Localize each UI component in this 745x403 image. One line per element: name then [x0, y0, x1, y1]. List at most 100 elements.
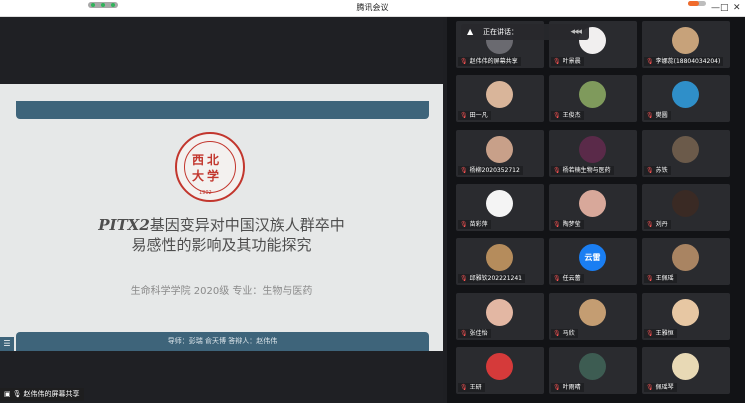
participant-tile[interactable]: 🎙 王俊杰	[549, 75, 637, 123]
participant-name: 🎙 王雅恒	[644, 328, 677, 338]
mic-muted-icon: 🎙	[553, 112, 561, 120]
participant-name: 🎙 樊圆	[644, 111, 671, 121]
participant-name: 🎙 赵伟伟的屏幕共享	[458, 57, 521, 66]
slide-footer-bar: 导师：彭瑞 俞天博 答辩人：赵伟伟	[16, 332, 429, 351]
participant-avatar	[672, 352, 699, 380]
participant-tile[interactable]: 🎙 王佩瑶	[642, 238, 730, 286]
mic-muted-icon: 🎙	[553, 275, 561, 283]
mic-muted-icon: 🎙	[553, 383, 561, 391]
participant-avatar	[486, 298, 513, 326]
participant-tile[interactable]: 🎙 杨若楠生物与医药	[549, 129, 637, 177]
participant-name: 🎙 佩瑶琴	[644, 382, 677, 392]
participant-avatar	[579, 81, 606, 109]
mic-muted-icon: 🎙	[646, 58, 654, 65]
participant-tile[interactable]: 🎙 李娜蕊(18804034204)	[642, 21, 730, 68]
participant-name: 🎙 叶雨晴	[551, 382, 584, 392]
participant-name: 🎙 邱雅钦202221241	[458, 274, 525, 284]
participant-tile[interactable]: 🎙 叶雨晴	[549, 346, 637, 394]
participant-tile[interactable]: 🎙 王雅恒	[642, 292, 730, 340]
participant-name: 🎙 张佳怡	[458, 328, 491, 338]
participant-name: 🎙 王佩瑶	[644, 274, 677, 284]
screen-share-view[interactable]: 西 北 大 学 1902 PITX2基因变异对中国汉族人群卒中 易感性的影响及其…	[0, 17, 443, 403]
participant-avatar	[486, 189, 513, 217]
participant-tile[interactable]: 🎙 张佳怡	[456, 292, 544, 340]
slide-menu-icon[interactable]: ☰	[0, 337, 14, 351]
participant-name: 🎙 王研	[458, 382, 485, 392]
participant-tile[interactable]: 云雷 🎙 任云蕾	[549, 238, 637, 286]
participant-avatar	[672, 244, 699, 272]
participant-name: 🎙 王俊杰	[551, 111, 584, 121]
screen-share-label: ▣ 🎙 赵伟伟的屏幕共享	[0, 388, 84, 401]
participant-tile[interactable]: 🎙 苗彩萍	[456, 183, 544, 231]
participant-name: 🎙 杨柳2020352712	[458, 165, 523, 175]
participant-avatar: 云雷	[579, 244, 606, 272]
slide-title-line-1: PITX2基因变异对中国汉族人群卒中	[98, 216, 345, 234]
mic-muted-icon: 🎙	[460, 329, 468, 337]
slide-header-bar	[16, 101, 429, 119]
participant-tile[interactable]: 🎙 陶梦莹	[549, 183, 637, 231]
mic-muted-icon: 🎙	[553, 166, 561, 174]
participant-tile[interactable]: 🎙 佩瑶琴	[642, 346, 730, 394]
slide-footer-text: 导师：彭瑞 俞天博 答辩人：赵伟伟	[167, 337, 278, 345]
participant-tile[interactable]: 🎙 王研	[456, 346, 544, 394]
participant-name: 🎙 叶景晨	[551, 57, 584, 66]
speaker-avatar-icon: ▲	[467, 27, 474, 36]
network-status-icon[interactable]	[688, 1, 706, 6]
participant-name: 🎙 陶梦莹	[551, 219, 584, 229]
mic-muted-icon: 🎙	[460, 112, 468, 120]
participant-name: 🎙 田一凡	[458, 111, 491, 121]
mic-muted-icon: 🎙	[553, 220, 561, 228]
mic-muted-icon: 🎙	[646, 112, 654, 120]
participant-name: 🎙 马欣	[551, 328, 578, 338]
slide-subtitle: 生命科学学院 2020级 专业：生物与医药	[130, 286, 313, 297]
participant-name: 🎙 刘丹	[644, 219, 671, 229]
speaking-wave-icon: ◂◂◂	[570, 27, 582, 37]
participant-tile[interactable]: 🎙 邱雅钦202221241	[456, 238, 544, 286]
slide-title-line-2: 易感性的影响及其功能探究	[131, 236, 312, 254]
speaking-indicator: ▲ 正在讲话： ◂◂◂	[461, 24, 589, 40]
window-title: 腾讯会议	[356, 3, 389, 12]
mic-muted-icon: 🎙	[646, 220, 654, 228]
mic-muted-icon: 🎙	[460, 220, 468, 228]
presentation-slide: 西 北 大 学 1902 PITX2基因变异对中国汉族人群卒中 易感性的影响及其…	[0, 84, 443, 351]
mic-muted-icon: 🎙	[460, 166, 468, 174]
mic-muted-icon: 🎙	[646, 383, 654, 391]
participant-avatar	[486, 135, 513, 163]
mic-muted-icon: 🎙	[460, 275, 468, 283]
participant-avatar	[672, 81, 699, 109]
participant-name: 🎙 苗彩萍	[458, 219, 491, 229]
participant-avatar	[579, 352, 606, 380]
participant-avatar	[486, 244, 513, 272]
participant-tile[interactable]: 🎙 田一凡	[456, 75, 544, 123]
participant-avatar	[486, 352, 513, 380]
participant-avatar	[672, 298, 699, 326]
participant-name: 🎙 任云蕾	[551, 274, 584, 284]
participant-avatar	[579, 189, 606, 217]
participant-name: 🎙 苏铁	[644, 165, 671, 175]
participant-name: 🎙 李娜蕊(18804034204)	[644, 57, 724, 66]
participant-avatar	[579, 298, 606, 326]
participant-tile[interactable]: 🎙 刘丹	[642, 183, 730, 231]
participant-tile[interactable]: 🎙 马欣	[549, 292, 637, 340]
participant-avatar	[672, 189, 699, 217]
participant-tile[interactable]: 🎙 樊圆	[642, 75, 730, 123]
close-button[interactable]: ✕	[733, 1, 741, 15]
participant-avatar	[486, 81, 513, 109]
mic-muted-icon: 🎙	[553, 329, 561, 337]
mic-muted-icon: 🎙	[646, 166, 654, 174]
mic-muted-icon: 🎙	[646, 329, 654, 337]
participant-avatar	[672, 135, 699, 163]
participant-name: 🎙 杨若楠生物与医药	[551, 165, 614, 175]
mic-muted-icon: 🎙	[646, 275, 654, 283]
maximize-button[interactable]: □	[720, 1, 729, 15]
university-seal-logo: 西 北 大 学 1902	[175, 132, 245, 202]
screen-share-icon: ▣	[4, 390, 11, 398]
meeting-window: 腾讯会议 — □ ✕ 西 北 大 学 1902 PITX2基因变异对中国汉族人群…	[0, 0, 745, 403]
minimize-button[interactable]: —	[711, 1, 720, 15]
participant-tile[interactable]: 🎙 苏铁	[642, 129, 730, 177]
participant-avatar	[672, 27, 699, 54]
participant-avatar	[579, 135, 606, 163]
mic-muted-icon: 🎙	[460, 383, 468, 391]
mic-muted-icon: 🎙	[553, 58, 561, 65]
participant-tile[interactable]: 🎙 杨柳2020352712	[456, 129, 544, 177]
